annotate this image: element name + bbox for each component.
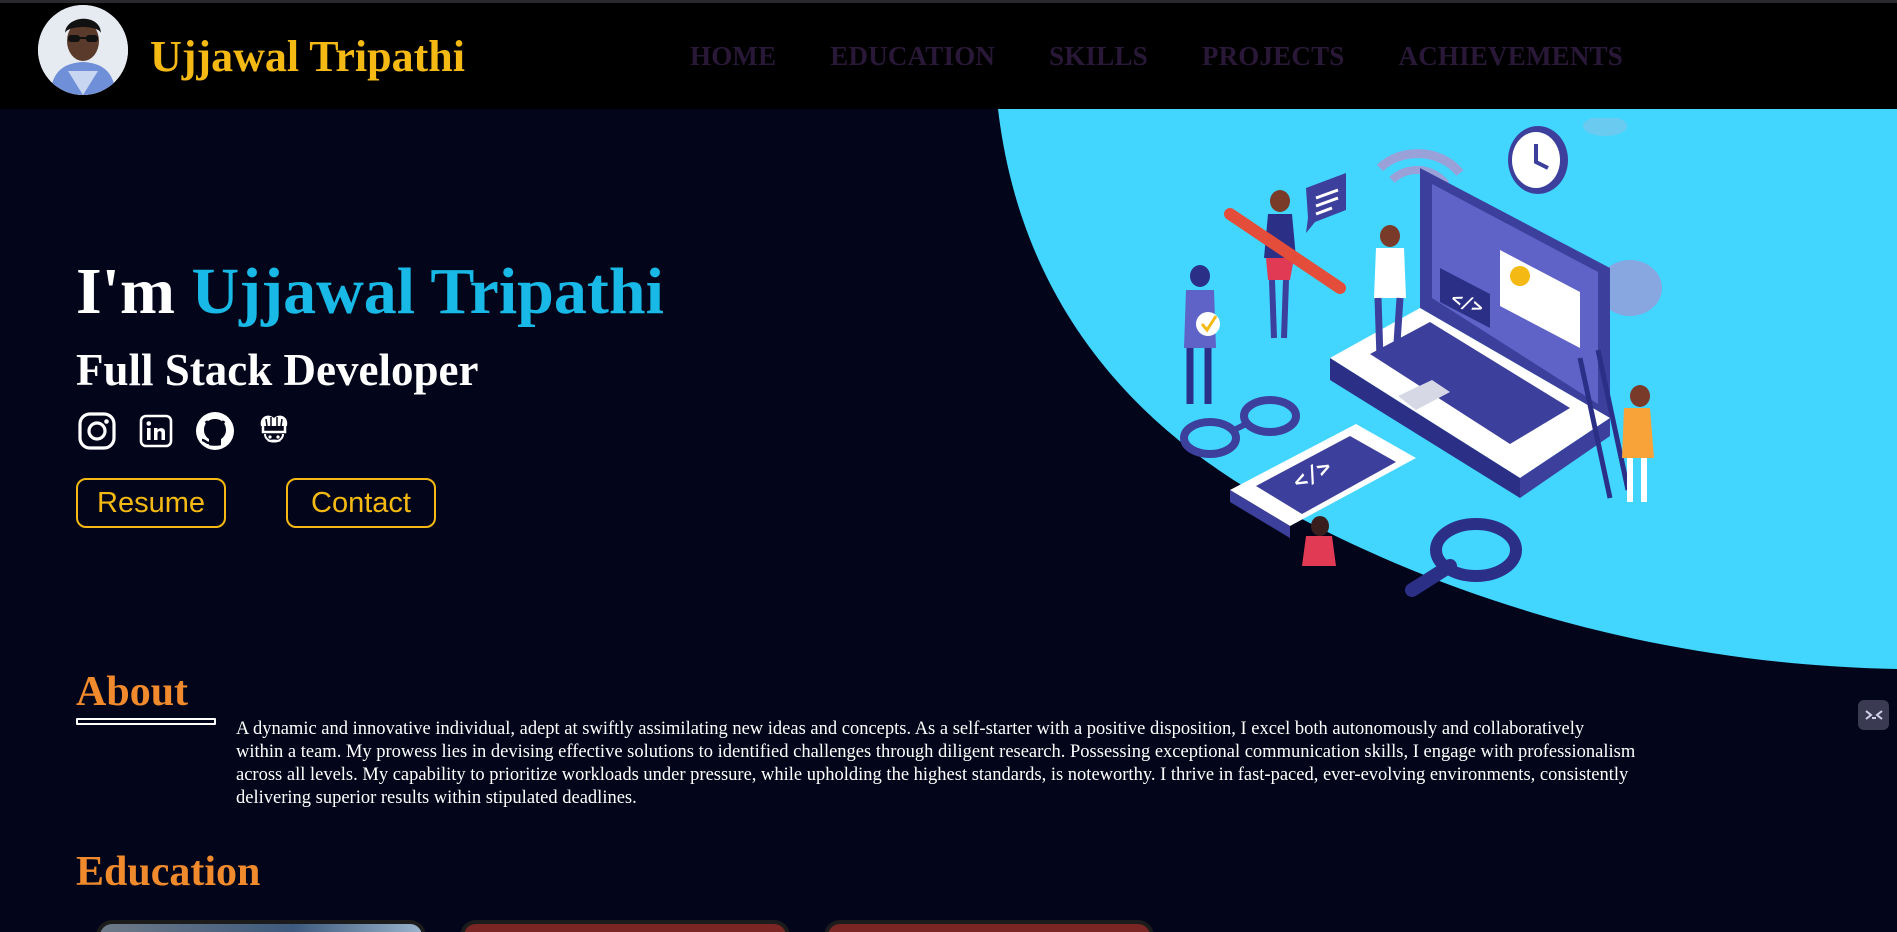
education-card[interactable] — [460, 920, 790, 932]
github-icon[interactable] — [194, 410, 236, 452]
nav-achievements[interactable]: ACHIEVEMENTS — [1399, 41, 1623, 72]
avatar-image — [38, 5, 128, 95]
nav-projects[interactable]: PROJECTS — [1202, 41, 1345, 72]
codechef-icon[interactable] — [253, 410, 295, 452]
education-card[interactable] — [96, 920, 426, 932]
about-underline — [76, 718, 216, 725]
hero-name: Ujjawal Tripathi — [191, 255, 664, 328]
linkedin-icon[interactable] — [135, 410, 177, 452]
nav-skills[interactable]: SKILLS — [1049, 41, 1148, 72]
hero-role: Full Stack Developer — [76, 345, 479, 395]
education-card[interactable] — [824, 920, 1154, 932]
nav-home[interactable]: HOME — [690, 41, 776, 72]
nav-education[interactable]: EDUCATION — [830, 41, 995, 72]
social-links — [76, 410, 312, 452]
hero-title: I'm Ujjawal Tripathi — [76, 254, 664, 330]
main-nav: HOME EDUCATION SKILLS PROJECTS ACHIEVEME… — [690, 41, 1623, 72]
education-heading: Education — [76, 849, 261, 895]
hero-illustration: </> </> — [1150, 116, 1690, 608]
brand-name[interactable]: Ujjawal Tripathi — [150, 31, 465, 82]
navbar: Ujjawal Tripathi HOME EDUCATION SKILLS P… — [0, 3, 1897, 109]
about-heading: About — [76, 669, 189, 715]
about-text: A dynamic and innovative individual, ade… — [236, 719, 1636, 808]
hero-greeting: I'm — [76, 255, 175, 328]
resume-button[interactable]: Resume — [76, 478, 226, 528]
floating-widget-icon[interactable] — [1858, 700, 1889, 730]
profile-avatar[interactable] — [38, 5, 128, 95]
contact-button[interactable]: Contact — [286, 478, 436, 528]
instagram-icon[interactable] — [76, 410, 118, 452]
